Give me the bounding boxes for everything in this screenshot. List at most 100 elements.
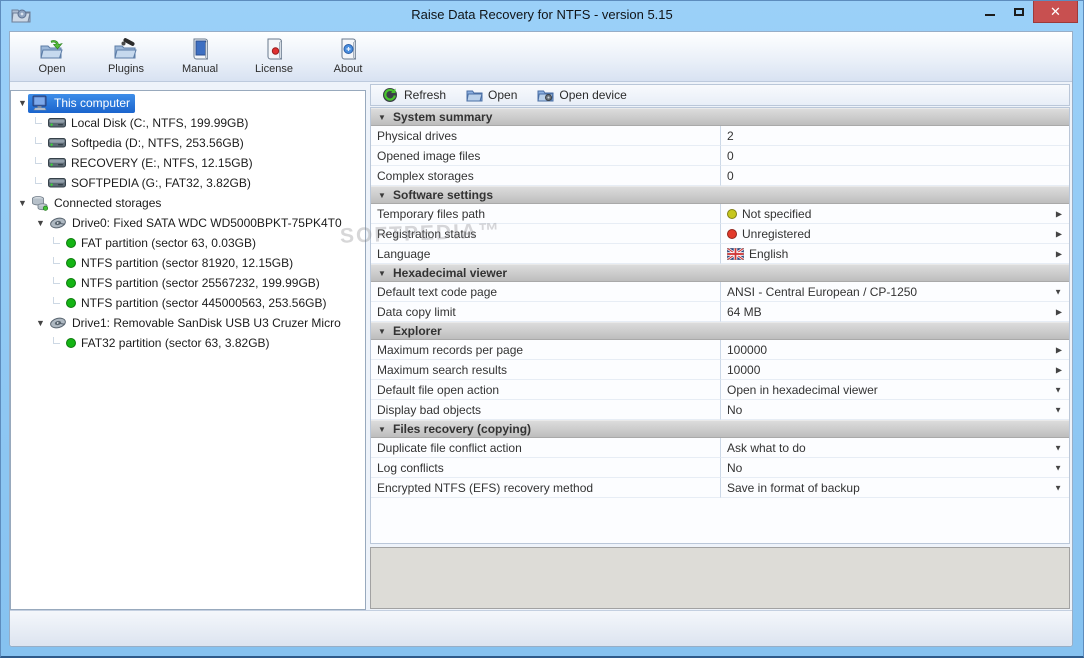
tree-item[interactable]: NTFS partition (sector 445000563, 253.56… bbox=[11, 293, 365, 313]
license-button[interactable]: License bbox=[250, 32, 298, 75]
setting-label: Physical drives bbox=[371, 126, 721, 146]
setting-label: Maximum records per page bbox=[371, 340, 721, 360]
minimize-button[interactable] bbox=[975, 1, 1004, 23]
tree-item[interactable]: SOFTPEDIA (G:, FAT32, 3.82GB) bbox=[11, 173, 365, 193]
storages-icon bbox=[31, 195, 49, 211]
refresh-button[interactable]: Refresh bbox=[376, 86, 452, 104]
settings-row: Maximum search results 10000 ▶ bbox=[371, 360, 1069, 380]
setting-value-cell[interactable]: No ▼ bbox=[721, 458, 1069, 478]
open-device-icon bbox=[537, 87, 555, 103]
open-button[interactable]: Open bbox=[28, 32, 76, 75]
dropdown-arrow-icon[interactable]: ▼ bbox=[1054, 463, 1062, 472]
tree-node[interactable]: Connected storages bbox=[28, 194, 166, 213]
setting-value-cell[interactable]: English ▶ bbox=[721, 244, 1069, 264]
setting-value-cell[interactable]: No ▼ bbox=[721, 400, 1069, 420]
about-button[interactable]: About bbox=[324, 32, 372, 75]
tree-node[interactable]: Softpedia (D:, NTFS, 253.56GB) bbox=[45, 134, 249, 153]
setting-value-cell[interactable]: Save in format of backup ▼ bbox=[721, 478, 1069, 498]
setting-value: Unregistered bbox=[742, 226, 811, 241]
tree-item[interactable]: RECOVERY (E:, NTFS, 12.15GB) bbox=[11, 153, 365, 173]
plugins-button[interactable]: Plugins bbox=[102, 32, 150, 75]
tree-node[interactable]: FAT32 partition (sector 63, 3.82GB) bbox=[63, 335, 275, 352]
setting-value-cell[interactable]: Unregistered ▶ bbox=[721, 224, 1069, 244]
settings-row: Log conflicts No ▼ bbox=[371, 458, 1069, 478]
open-button[interactable]: Open bbox=[460, 86, 523, 104]
expander-icon[interactable]: ▼ bbox=[17, 198, 28, 208]
expand-right-icon[interactable]: ▶ bbox=[1056, 209, 1062, 218]
tree-item[interactable]: NTFS partition (sector 25567232, 199.99G… bbox=[11, 273, 365, 293]
toolbar-button-label: License bbox=[255, 63, 293, 75]
dropdown-arrow-icon[interactable]: ▼ bbox=[1054, 385, 1062, 394]
expander-icon[interactable]: ▼ bbox=[35, 218, 46, 228]
close-button[interactable]: ✕ bbox=[1033, 1, 1078, 23]
tree-item[interactable]: ▼ Connected storages bbox=[11, 193, 365, 213]
section-header[interactable]: ▼ Files recovery (copying) bbox=[371, 420, 1069, 438]
section-title: Hexadecimal viewer bbox=[393, 266, 508, 280]
tree-item-label: NTFS partition (sector 81920, 12.15GB) bbox=[81, 255, 294, 270]
expand-right-icon[interactable]: ▶ bbox=[1056, 345, 1062, 354]
tree-node[interactable]: SOFTPEDIA (G:, FAT32, 3.82GB) bbox=[45, 174, 256, 193]
collapse-arrow-icon: ▼ bbox=[378, 268, 386, 278]
drive-icon bbox=[48, 135, 66, 151]
tree-item[interactable]: ▼ This computer bbox=[11, 93, 365, 113]
tree-item[interactable]: Softpedia (D:, NTFS, 253.56GB) bbox=[11, 133, 365, 153]
setting-value-cell[interactable]: Ask what to do ▼ bbox=[721, 438, 1069, 458]
expand-right-icon[interactable]: ▶ bbox=[1056, 229, 1062, 238]
section-header[interactable]: ▼ Hexadecimal viewer bbox=[371, 264, 1069, 282]
expander-icon[interactable]: ▼ bbox=[35, 318, 46, 328]
properties-toolbar: Refresh Open Open device bbox=[370, 84, 1070, 106]
tree-node[interactable]: FAT partition (sector 63, 0.03GB) bbox=[63, 235, 261, 252]
tree-connector bbox=[53, 297, 60, 304]
tree-item[interactable]: ▼ Drive0: Fixed SATA WDC WD5000BPKT-75PK4… bbox=[11, 213, 365, 233]
dropdown-arrow-icon[interactable]: ▼ bbox=[1054, 287, 1062, 296]
expand-right-icon[interactable]: ▶ bbox=[1056, 365, 1062, 374]
setting-value-cell[interactable]: Not specified ▶ bbox=[721, 204, 1069, 224]
expand-right-icon[interactable]: ▶ bbox=[1056, 307, 1062, 316]
settings-row: Physical drives 2 bbox=[371, 126, 1069, 146]
partition-status-icon bbox=[66, 297, 76, 308]
open-device-button[interactable]: Open device bbox=[531, 86, 632, 104]
tree-item[interactable]: NTFS partition (sector 81920, 12.15GB) bbox=[11, 253, 365, 273]
tree-node[interactable]: This computer bbox=[28, 93, 136, 113]
tree-item[interactable]: FAT32 partition (sector 63, 3.82GB) bbox=[11, 333, 365, 353]
window-title: Raise Data Recovery for NTFS - version 5… bbox=[411, 7, 673, 22]
tree-node[interactable]: NTFS partition (sector 445000563, 253.56… bbox=[63, 295, 331, 312]
settings-row: Default file open action Open in hexadeci… bbox=[371, 380, 1069, 400]
tree-item-label: NTFS partition (sector 25567232, 199.99G… bbox=[81, 275, 320, 290]
tree-node[interactable]: Local Disk (C:, NTFS, 199.99GB) bbox=[45, 114, 253, 133]
toolbar-button-label: Open device bbox=[559, 88, 627, 102]
expand-right-icon[interactable]: ▶ bbox=[1056, 249, 1062, 258]
section-header[interactable]: ▼ Software settings bbox=[371, 186, 1069, 204]
tree-node[interactable]: Drive1: Removable SanDisk USB U3 Cruzer … bbox=[46, 314, 346, 333]
tree-item[interactable]: ▼ Drive1: Removable SanDisk USB U3 Cruzer… bbox=[11, 313, 365, 333]
tree-node[interactable]: NTFS partition (sector 81920, 12.15GB) bbox=[63, 255, 298, 272]
tree-item-label: Drive1: Removable SanDisk USB U3 Cruzer … bbox=[72, 315, 341, 330]
tree-node[interactable]: NTFS partition (sector 25567232, 199.99G… bbox=[63, 275, 325, 292]
tree-connector bbox=[35, 177, 42, 184]
dropdown-arrow-icon[interactable]: ▼ bbox=[1054, 405, 1062, 414]
tree-node[interactable]: Drive0: Fixed SATA WDC WD5000BPKT-75PK4T… bbox=[46, 214, 347, 233]
dropdown-arrow-icon[interactable]: ▼ bbox=[1054, 483, 1062, 492]
tree-item[interactable]: Local Disk (C:, NTFS, 199.99GB) bbox=[11, 113, 365, 133]
setting-value-cell[interactable]: 10000 ▶ bbox=[721, 360, 1069, 380]
tree-item-label: Softpedia (D:, NTFS, 253.56GB) bbox=[71, 135, 244, 150]
setting-label: Opened image files bbox=[371, 146, 721, 166]
expander-icon[interactable]: ▼ bbox=[17, 98, 28, 108]
title-bar[interactable]: Raise Data Recovery for NTFS - version 5… bbox=[1, 1, 1083, 31]
tree-item[interactable]: FAT partition (sector 63, 0.03GB) bbox=[11, 233, 365, 253]
tree-node[interactable]: RECOVERY (E:, NTFS, 12.15GB) bbox=[45, 154, 258, 173]
maximize-button[interactable] bbox=[1004, 1, 1033, 23]
section-header[interactable]: ▼ Explorer bbox=[371, 322, 1069, 340]
setting-value-cell[interactable]: ANSI - Central European / CP-1250 ▼ bbox=[721, 282, 1069, 302]
dropdown-arrow-icon[interactable]: ▼ bbox=[1054, 443, 1062, 452]
manual-button[interactable]: Manual bbox=[176, 32, 224, 75]
setting-value: 0 bbox=[727, 148, 734, 163]
status-dot-icon bbox=[727, 208, 737, 219]
setting-label: Language bbox=[371, 244, 721, 264]
disk-icon bbox=[49, 215, 67, 231]
setting-label: Default file open action bbox=[371, 380, 721, 400]
section-header[interactable]: ▼ System summary bbox=[371, 108, 1069, 126]
setting-value-cell[interactable]: 64 MB ▶ bbox=[721, 302, 1069, 322]
setting-value-cell[interactable]: 100000 ▶ bbox=[721, 340, 1069, 360]
setting-value-cell[interactable]: Open in hexadecimal viewer ▼ bbox=[721, 380, 1069, 400]
